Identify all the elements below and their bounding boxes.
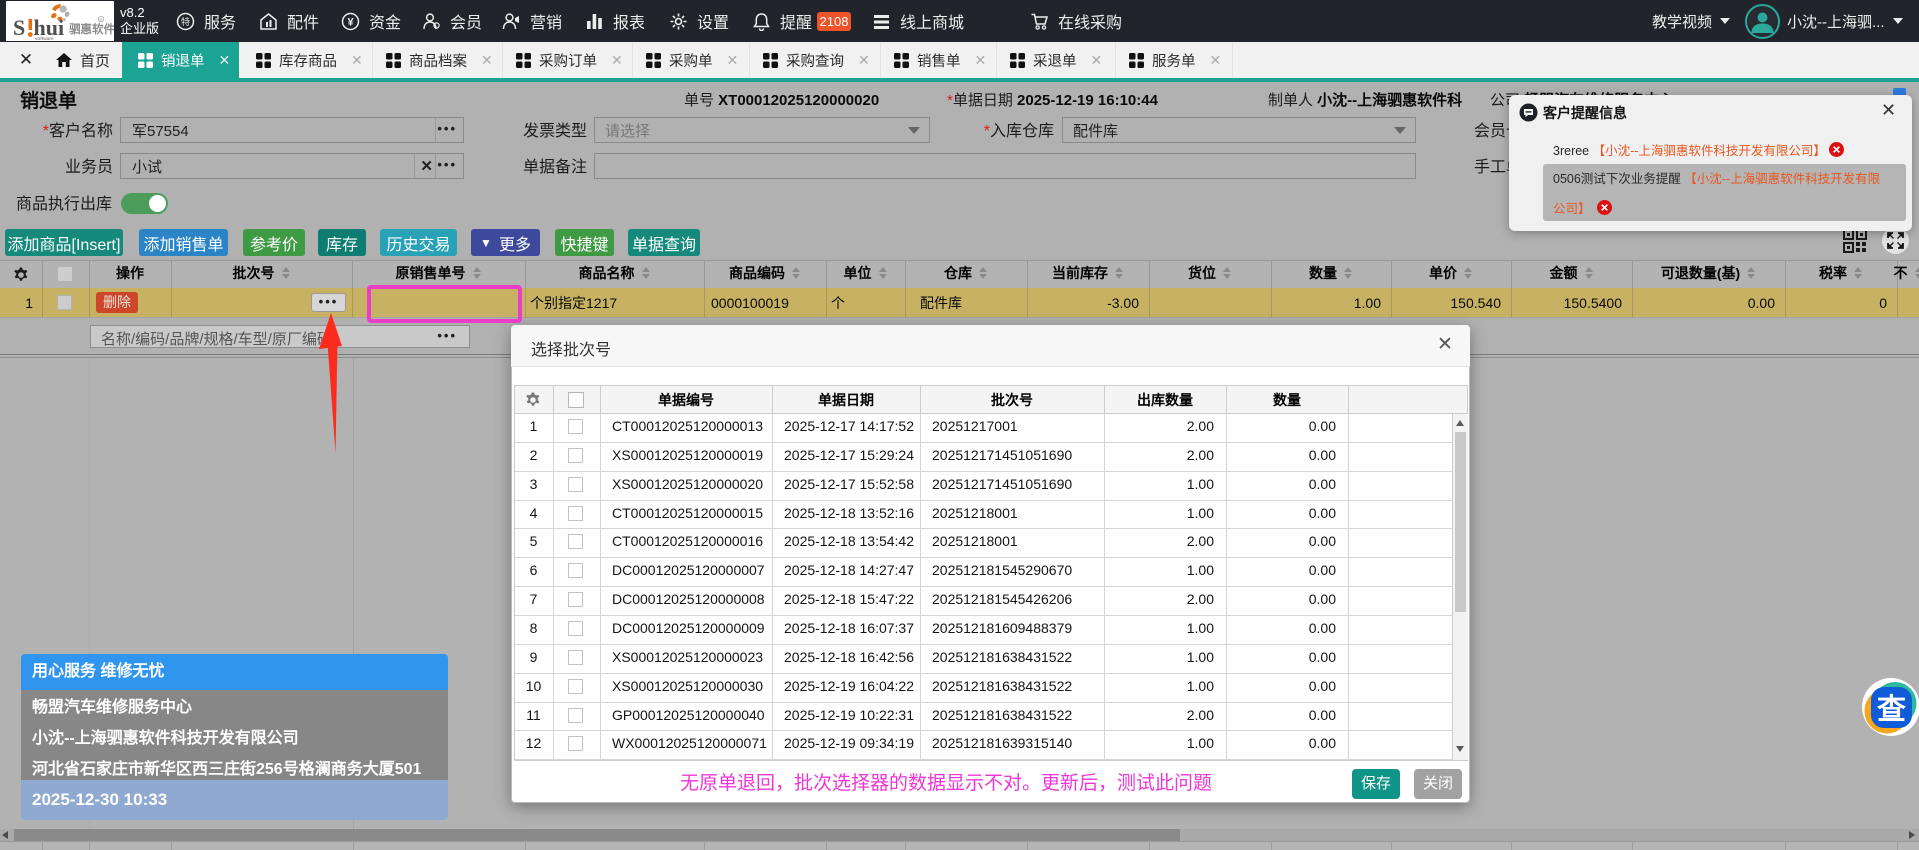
svg-text:驷惠软件: 驷惠软件 xyxy=(69,22,114,36)
svg-text:特: 特 xyxy=(181,16,190,27)
svg-text:S: S xyxy=(13,15,25,40)
svg-text:R: R xyxy=(100,17,103,22)
svg-text:¥: ¥ xyxy=(347,16,354,28)
svg-text:software: software xyxy=(35,36,54,41)
svg-text:查: 查 xyxy=(1877,693,1906,726)
